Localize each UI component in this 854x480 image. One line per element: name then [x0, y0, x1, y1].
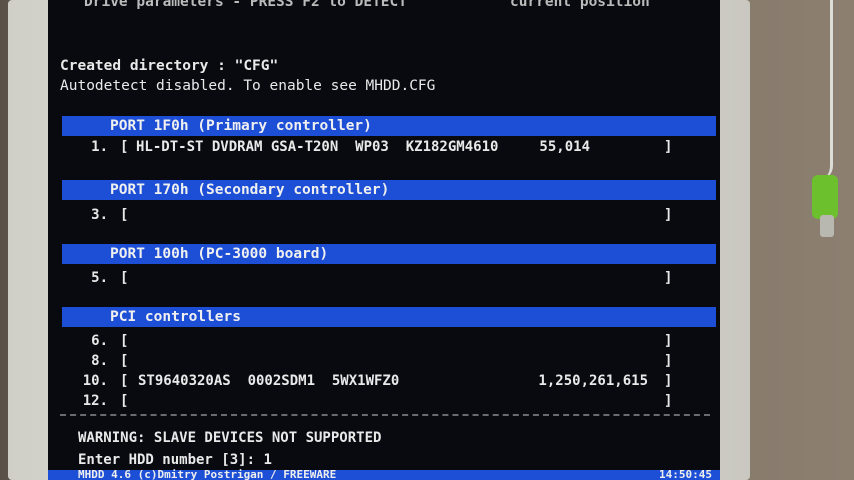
drive-capacity: 1,250,261,615 [538, 373, 648, 389]
drive-info: ST9640320AS 0002SDM1 5WX1WFZ0 [138, 373, 400, 389]
monitor-bezel: Drive parameters - PRESS F2 to DETECT cu… [8, 0, 750, 480]
drive-number: 8. [91, 353, 108, 369]
divider [60, 414, 710, 416]
bracket-left: [ [120, 207, 129, 223]
bracket-right: ] [664, 270, 673, 286]
warning-text: WARNING: SLAVE DEVICES NOT SUPPORTED [78, 430, 382, 446]
drive-number: 10. [82, 373, 108, 389]
bracket-right: ] [664, 373, 673, 389]
status-bar: MHDD 4.6 (c)Dmitry Postrigan / FREEWARE … [48, 468, 720, 480]
drive-row[interactable]: 12. [ ] [48, 392, 720, 410]
drive-number: 5. [91, 270, 108, 286]
hdd-prompt: Enter HDD number [3]: 1 [78, 452, 272, 468]
section-header-pc3000: PORT 100h (PC-3000 board) [62, 244, 716, 264]
plug-tip [820, 215, 834, 237]
green-plug [812, 175, 838, 219]
drive-parameters-header: Drive parameters - PRESS F2 to DETECT [84, 0, 408, 10]
drive-capacity: 55,014 [539, 139, 590, 155]
status-left: MHDD 4.6 (c)Dmitry Postrigan / FREEWARE [78, 468, 337, 480]
bracket-right: ] [664, 353, 673, 369]
cable [812, 0, 833, 180]
bracket-left: [ [120, 373, 129, 389]
bracket-right: ] [664, 333, 673, 349]
section-header-primary: PORT 1F0h (Primary controller) [62, 116, 716, 136]
drive-row[interactable]: 5. [ ] [48, 269, 720, 287]
drive-info: HL-DT-ST DVDRAM GSA-T20N WP03 KZ182GM461… [136, 139, 499, 155]
bracket-left: [ [120, 270, 129, 286]
bracket-left: [ [120, 353, 129, 369]
prompt-label: Enter HDD number [3]: [78, 452, 264, 468]
drive-row[interactable]: 8. [ ] [48, 352, 720, 370]
bracket-left: [ [120, 139, 129, 155]
bracket-right: ] [664, 139, 673, 155]
bracket-right: ] [664, 393, 673, 409]
status-clock: 14:50:45 [659, 468, 712, 480]
bracket-left: [ [120, 333, 129, 349]
drive-row[interactable]: 10. [ ST9640320AS 0002SDM1 5WX1WFZ0 1,25… [48, 372, 720, 390]
drive-number: 3. [91, 207, 108, 223]
drive-row[interactable]: 3. [ ] [48, 206, 720, 224]
drive-row[interactable]: 6. [ ] [48, 332, 720, 350]
drive-number: 12. [82, 393, 108, 409]
autodetect-text: Autodetect disabled. To enable see MHDD.… [60, 78, 436, 94]
hdd-number-input[interactable]: 1 [263, 452, 271, 468]
drive-number: 1. [91, 139, 108, 155]
mhdd-screen: Drive parameters - PRESS F2 to DETECT cu… [48, 0, 720, 480]
section-header-pci: PCI controllers [62, 307, 716, 327]
drive-row[interactable]: 1. [ HL-DT-ST DVDRAM GSA-T20N WP03 KZ182… [48, 138, 720, 156]
bracket-right: ] [664, 207, 673, 223]
bracket-left: [ [120, 393, 129, 409]
section-header-secondary: PORT 170h (Secondary controller) [62, 180, 716, 200]
created-directory-text: Created directory : "CFG" [60, 58, 279, 74]
current-position-header: current position [510, 0, 650, 10]
drive-number: 6. [91, 333, 108, 349]
